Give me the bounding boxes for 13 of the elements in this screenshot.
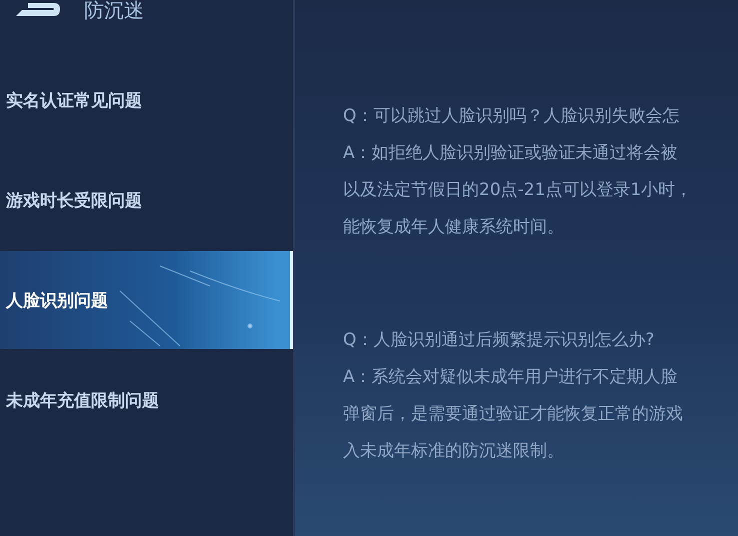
sidebar-item[interactable]: 人脸识别问题: [0, 251, 293, 349]
faq-answer-line: 弹窗后，是需要通过验证才能恢复正常的游戏: [343, 403, 684, 426]
sidebar-item[interactable]: 未成年充值限制问题: [0, 350, 293, 450]
faq-answer-line: A：如拒绝人脸识别验证或验证未通过将会被: [343, 142, 679, 165]
sidebar-item[interactable]: 游戏时长受限问题: [0, 150, 293, 250]
faq-answer-line: 能恢复成年人健康系统时间。: [343, 216, 565, 239]
faq-answer-line: 以及法定节假日的20点-21点可以登录1小时，: [343, 179, 694, 202]
faq-question: Q：可以跳过人脸识别吗？人脸识别失败会怎: [343, 105, 680, 128]
faq-answer-line: A：系统会对疑似未成年用户进行不定期人脸: [343, 366, 679, 389]
sidebar-item[interactable]: 实名认证常见问题: [0, 50, 293, 150]
faq-question: Q：人脸识别通过后频繁提示识别怎么办?: [343, 329, 656, 352]
faq-answer-line: 入未成年标准的防沉迷限制。: [343, 440, 565, 463]
page-title: 防沉迷: [84, 0, 144, 24]
